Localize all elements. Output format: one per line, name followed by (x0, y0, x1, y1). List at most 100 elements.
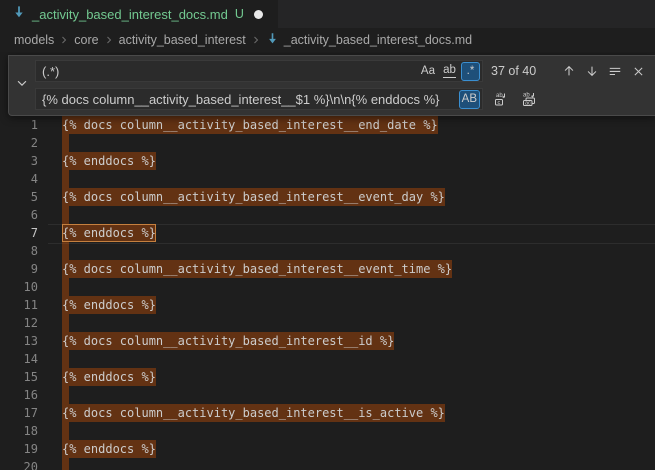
code-line: 11 {% enddocs %} (0, 296, 655, 314)
line-number[interactable]: 16 (0, 386, 38, 404)
find-input[interactable]: (.*) Aa ab .* (35, 60, 483, 82)
find-match: {% docs column__activity_based_interest_… (62, 332, 394, 350)
code-line: 2 (0, 134, 655, 152)
code-line: 4 (0, 170, 655, 188)
find-match: {% docs column__activity_based_interest_… (62, 116, 438, 134)
line-content[interactable]: {% enddocs %} (62, 440, 655, 458)
previous-match-button[interactable] (559, 61, 579, 81)
breadcrumb-item-activity-based-interest[interactable]: activity_based_interest (119, 33, 246, 47)
line-number[interactable]: 7 (0, 224, 38, 242)
line-content[interactable] (62, 314, 655, 332)
line-number[interactable]: 3 (0, 152, 38, 170)
find-in-selection-icon (608, 64, 622, 78)
match-case-button[interactable]: Aa (418, 62, 438, 81)
line-number[interactable]: 1 (0, 116, 38, 134)
replace-button[interactable]: ab c (491, 89, 511, 109)
line-content[interactable]: {% enddocs %} (62, 152, 655, 170)
line-content[interactable]: {% docs column__activity_based_interest_… (62, 260, 655, 278)
find-in-selection-button[interactable] (605, 61, 625, 81)
svg-text:c: c (498, 100, 501, 106)
breadcrumb-item-file[interactable]: _activity_based_interest_docs.md (266, 32, 472, 48)
close-icon (632, 65, 645, 78)
line-content[interactable] (62, 386, 655, 404)
modified-indicator-dot[interactable] (254, 10, 263, 19)
find-match: {% docs column__activity_based_interest_… (62, 404, 445, 422)
line-number[interactable]: 14 (0, 350, 38, 368)
line-content[interactable]: {% enddocs %} (62, 224, 655, 242)
svg-text:ac: ac (525, 101, 531, 107)
code-line: 7 {% enddocs %} (0, 224, 655, 242)
line-number[interactable]: 19 (0, 440, 38, 458)
replace-all-button[interactable]: ab ac (519, 89, 539, 109)
line-content[interactable]: {% docs column__activity_based_interest_… (62, 404, 655, 422)
line-number[interactable]: 18 (0, 422, 38, 440)
breadcrumb-file-label: _activity_based_interest_docs.md (284, 33, 472, 47)
line-number[interactable]: 15 (0, 368, 38, 386)
line-content[interactable]: {% docs column__activity_based_interest_… (62, 188, 655, 206)
find-match-empty (62, 350, 69, 368)
editor-pane: 1 {% docs column__activity_based_interes… (0, 52, 655, 470)
toggle-replace-button[interactable] (9, 56, 35, 115)
line-content[interactable] (62, 206, 655, 224)
git-status-badge: U (235, 7, 244, 21)
line-content[interactable] (62, 422, 655, 440)
line-number[interactable]: 2 (0, 134, 38, 152)
line-number[interactable]: 12 (0, 314, 38, 332)
code-line: 12 (0, 314, 655, 332)
code-line: 1 {% docs column__activity_based_interes… (0, 116, 655, 134)
line-content[interactable] (62, 278, 655, 296)
code-line: 19 {% enddocs %} (0, 440, 655, 458)
whole-word-button[interactable]: ab (440, 62, 459, 81)
next-match-button[interactable] (582, 61, 602, 81)
arrow-down-icon (585, 64, 599, 78)
breadcrumb-item-core[interactable]: core (74, 33, 98, 47)
vscode-window: _activity_based_interest_docs.md U model… (0, 0, 655, 470)
find-replace-widget: (.*) Aa ab .* 37 of 40 (8, 55, 655, 116)
editor-tab-bar: _activity_based_interest_docs.md U (0, 0, 655, 28)
svg-text:ab: ab (496, 93, 503, 99)
line-number[interactable]: 11 (0, 296, 38, 314)
line-content[interactable]: {% enddocs %} (62, 368, 655, 386)
line-number[interactable]: 9 (0, 260, 38, 278)
line-number[interactable]: 17 (0, 404, 38, 422)
line-number[interactable]: 4 (0, 170, 38, 188)
find-query-text: (.*) (42, 64, 418, 79)
replace-input[interactable]: {% docs column__activity_based_interest_… (35, 88, 483, 110)
code-line: 13 {% docs column__activity_based_intere… (0, 332, 655, 350)
line-number[interactable]: 20 (0, 458, 38, 470)
line-number[interactable]: 10 (0, 278, 38, 296)
find-match: {% docs column__activity_based_interest_… (62, 188, 445, 206)
breadcrumb-chevron-icon (103, 34, 115, 46)
tab-activity-based-interest-docs[interactable]: _activity_based_interest_docs.md U (0, 0, 278, 28)
line-content[interactable] (62, 170, 655, 188)
line-content[interactable]: {% docs column__activity_based_interest_… (62, 332, 655, 350)
close-find-button[interactable] (628, 61, 648, 81)
code-line: 5 {% docs column__activity_based_interes… (0, 188, 655, 206)
line-number[interactable]: 13 (0, 332, 38, 350)
code-line: 3 {% enddocs %} (0, 152, 655, 170)
preserve-case-button[interactable]: AB (459, 90, 480, 109)
breadcrumb-chevron-icon (250, 34, 262, 46)
code-line: 6 (0, 206, 655, 224)
line-content[interactable] (62, 458, 655, 470)
line-content[interactable] (62, 242, 655, 260)
current-find-match: {% enddocs %} (62, 224, 156, 242)
line-number[interactable]: 6 (0, 206, 38, 224)
line-content[interactable] (62, 350, 655, 368)
markdown-file-icon (266, 32, 279, 48)
find-match-empty (62, 422, 69, 440)
line-number[interactable]: 5 (0, 188, 38, 206)
line-content[interactable]: {% enddocs %} (62, 296, 655, 314)
line-number[interactable]: 8 (0, 242, 38, 260)
find-match: {% enddocs %} (62, 368, 156, 386)
line-content[interactable]: {% docs column__activity_based_interest_… (62, 116, 655, 134)
chevron-down-icon (15, 76, 29, 95)
breadcrumb-item-models[interactable]: models (14, 33, 54, 47)
replace-value-text: {% docs column__activity_based_interest_… (42, 92, 459, 107)
line-content[interactable] (62, 134, 655, 152)
code-line: 10 (0, 278, 655, 296)
code-line: 17 {% docs column__activity_based_intere… (0, 404, 655, 422)
regex-button[interactable]: .* (461, 62, 480, 81)
find-match-empty (62, 134, 69, 152)
find-match-empty (62, 458, 69, 470)
